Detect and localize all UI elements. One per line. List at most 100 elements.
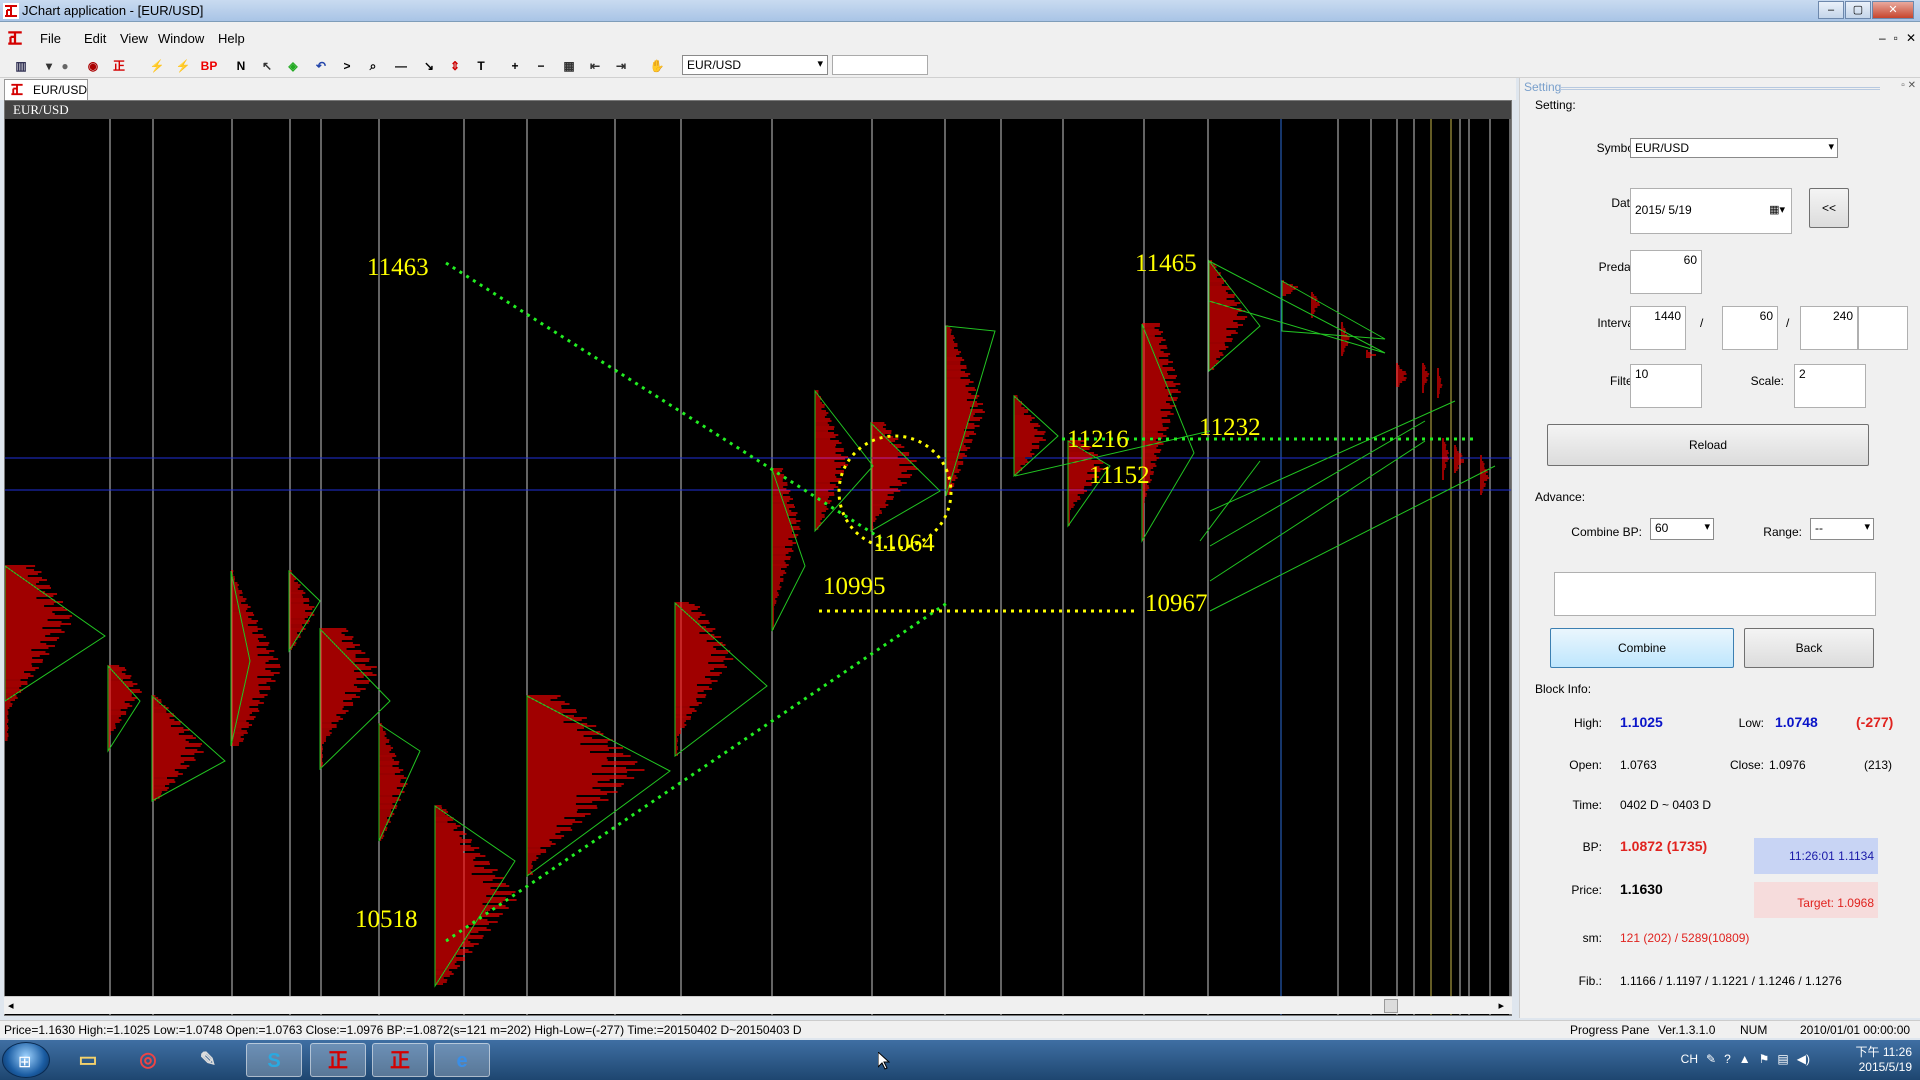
volume-icon[interactable]: ◀) <box>1797 1052 1810 1066</box>
chart-area[interactable]: 11463 11465 11216 11232 11152 11064 10995 10967… <box>4 100 1512 1016</box>
language-indicator[interactable]: CH <box>1681 1052 1698 1066</box>
explorer-icon[interactable]: ▭ <box>60 1043 116 1077</box>
status-num: NUM <box>1740 1023 1768 1037</box>
toolbar: EUR/USD ▥▾●◉正⚡⚡BPN↖◈↶>⌕—↘⇕T+−▦⇤⇥✋ <box>0 54 1920 78</box>
menu-help[interactable]: Help <box>218 31 245 46</box>
chrome-icon[interactable]: ◎ <box>120 1043 176 1077</box>
cursor-box-icon[interactable]: ↖ <box>258 57 276 75</box>
lightning-icon[interactable]: ⚡ <box>148 57 166 75</box>
close-button[interactable]: ✕ <box>1872 1 1914 19</box>
select-box-icon[interactable]: ▦ <box>560 57 578 75</box>
back-button[interactable]: Back <box>1744 628 1874 668</box>
menu-bar: File Edit View Window Help – ▫ ✕ <box>0 22 1920 54</box>
scroll-thumb[interactable] <box>1384 999 1398 1013</box>
panel-header: Setting ▫ ✕ <box>1524 80 1916 94</box>
windows-logo-icon: ⊞ <box>18 1054 32 1071</box>
time-label: Time: <box>1572 798 1602 812</box>
minimize-button[interactable]: – <box>1818 1 1844 19</box>
preday-label: Preday: <box>1598 260 1640 274</box>
flag-icon[interactable]: ⚑ <box>1759 1052 1770 1066</box>
menu-window[interactable]: Window <box>158 31 204 46</box>
hline-icon[interactable]: — <box>392 57 410 75</box>
ie-icon[interactable]: e <box>434 1043 490 1077</box>
scroll-right-icon[interactable]: ▸ <box>1498 999 1504 1012</box>
tray-expand-icon[interactable]: ▲ <box>1739 1052 1751 1066</box>
mdi-minimize-button[interactable]: – <box>1879 31 1886 45</box>
n-icon[interactable]: N <box>232 57 250 75</box>
interval-separator-1: / <box>1700 316 1704 330</box>
high-value: 1.1025 <box>1620 714 1663 730</box>
up-down-icon[interactable]: ⇕ <box>446 57 464 75</box>
price-level-label: 11463 <box>367 254 429 281</box>
windows-taskbar: ⊞ CH ✎ ? ▲ ⚑ ▤ ◀) 下午 11:26 2015/5/19 ▭ ◎ ✎… <box>0 1040 1920 1080</box>
scale-label: Scale: <box>1750 374 1784 388</box>
block-info-heading: Block Info: <box>1535 682 1592 696</box>
combine-bp-select[interactable]: 60 <box>1650 518 1714 540</box>
arrow-right-icon[interactable]: > <box>338 57 356 75</box>
skype-icon[interactable]: S <box>246 1043 302 1077</box>
menu-view[interactable]: View <box>120 31 148 46</box>
toolbar-symbol-select[interactable]: EUR/USD <box>682 55 828 75</box>
minus-icon[interactable]: − <box>532 57 550 75</box>
zoom-icon[interactable]: ⌕ <box>364 57 382 75</box>
network-icon[interactable]: ▤ <box>1777 1052 1788 1066</box>
maximize-button[interactable]: ▢ <box>1845 1 1871 19</box>
jchart-logo-icon[interactable]: 正 <box>110 57 128 75</box>
chart-horizontal-scrollbar[interactable]: ◂ ▸ <box>4 996 1512 1014</box>
jchart-icon-2[interactable]: 正 <box>372 1043 428 1077</box>
interval-input-2[interactable]: 60 <box>1722 306 1778 350</box>
tab-label: EUR/USD <box>33 83 88 97</box>
text-icon[interactable]: T <box>472 57 490 75</box>
interval-separator-2: / <box>1786 316 1790 330</box>
date-picker[interactable]: 2015/ 5/19 ▦▾ <box>1630 188 1792 234</box>
jchart-icon[interactable]: 正 <box>310 1043 366 1077</box>
mdi-close-button[interactable]: ✕ <box>1906 31 1916 45</box>
calendar-icon[interactable]: ▦▾ <box>1769 203 1785 216</box>
sm-value: 121 (202) / 5289(10809) <box>1620 931 1750 945</box>
bar-chart-icon[interactable]: ▥ <box>12 57 30 75</box>
chart-canvas[interactable]: 11463 11465 11216 11232 11152 11064 10995 10967… <box>5 101 1512 1016</box>
bp-icon[interactable]: BP <box>200 57 218 75</box>
hand-icon[interactable]: ✋ <box>648 57 666 75</box>
panel-title: Setting <box>1524 80 1562 94</box>
lightning-red-icon[interactable]: ⚡ <box>174 57 192 75</box>
tab-eurusd[interactable]: EUR/USD <box>4 79 88 100</box>
scale-input[interactable]: 2 <box>1794 364 1866 408</box>
advance-text-field[interactable] <box>1554 572 1876 616</box>
range-select[interactable]: -- <box>1810 518 1874 540</box>
arrow-left-box-icon[interactable]: ⇤ <box>586 57 604 75</box>
interval-input-4[interactable] <box>1858 306 1908 350</box>
bp-label: BP: <box>1582 840 1602 854</box>
mdi-restore-button[interactable]: ▫ <box>1894 31 1898 45</box>
preday-input[interactable]: 60 <box>1630 250 1702 294</box>
jchart-logo-icon[interactable] <box>6 29 24 47</box>
taskbar-clock[interactable]: 下午 11:26 2015/5/19 <box>1856 1043 1912 1074</box>
date-label: Date: <box>1611 196 1640 210</box>
reload-button[interactable]: Reload <box>1547 424 1869 466</box>
arrow-right-box-icon[interactable]: ⇥ <box>612 57 630 75</box>
panel-window-buttons[interactable]: ▫ ✕ <box>1901 80 1916 91</box>
toolbar-extra-input[interactable] <box>832 55 928 75</box>
plus-icon[interactable]: + <box>506 57 524 75</box>
ime-icon[interactable]: ✎ <box>1706 1052 1716 1066</box>
stack-icon[interactable]: ◈ <box>284 57 302 75</box>
globe-icon[interactable]: ● <box>56 57 74 75</box>
date-back-button[interactable]: << <box>1809 188 1849 228</box>
disk-icon[interactable]: ◉ <box>84 57 102 75</box>
combine-button[interactable]: Combine <box>1550 628 1734 668</box>
notepad-icon[interactable]: ✎ <box>180 1043 236 1077</box>
help-icon[interactable]: ? <box>1724 1052 1731 1066</box>
interval-input-1[interactable]: 1440 <box>1630 306 1686 350</box>
diagonal-line-icon[interactable]: ↘ <box>420 57 438 75</box>
symbol-select[interactable]: EUR/USD <box>1630 138 1838 158</box>
filter-input[interactable]: 10 <box>1630 364 1702 408</box>
scroll-left-icon[interactable]: ◂ <box>8 999 14 1012</box>
menu-edit[interactable]: Edit <box>84 31 106 46</box>
clock-date: 2015/5/19 <box>1858 1060 1912 1074</box>
interval-input-3[interactable]: 240 <box>1800 306 1858 350</box>
window-title: JChart application - [EUR/USD] <box>22 3 204 18</box>
interval-label: Interval: <box>1597 316 1640 330</box>
undo-icon[interactable]: ↶ <box>312 57 330 75</box>
start-button[interactable]: ⊞ <box>2 1042 50 1078</box>
menu-file[interactable]: File <box>40 31 61 46</box>
